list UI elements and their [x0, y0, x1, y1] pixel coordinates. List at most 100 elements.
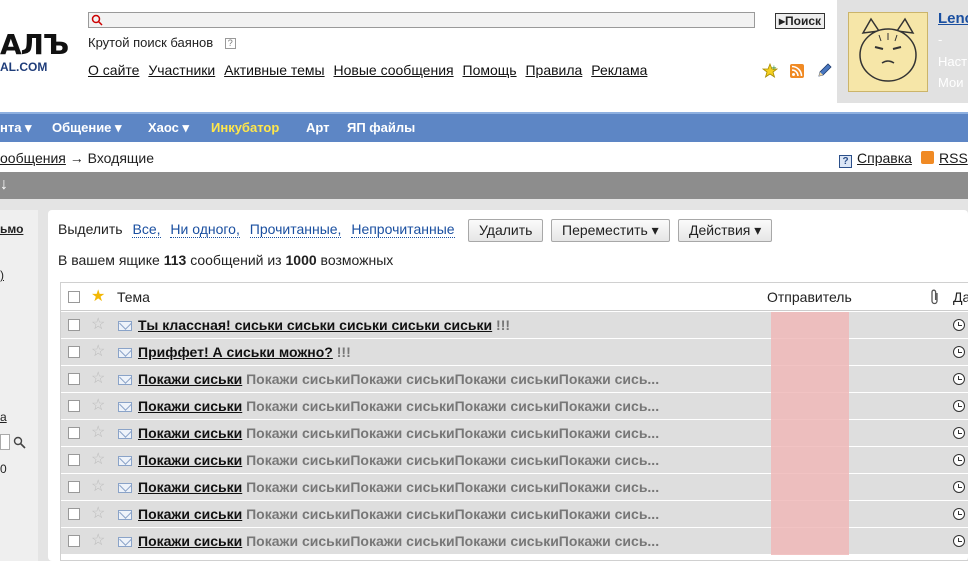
row-checkbox[interactable]: [68, 454, 80, 466]
help-link-wrap[interactable]: ? Справка: [839, 150, 912, 168]
message-sender-blurred[interactable]: [771, 393, 849, 420]
sidebar-new-message-link[interactable]: ьмо: [0, 222, 23, 236]
message-subject[interactable]: Приффет! А сиськи можно? !!!: [138, 344, 351, 360]
table-row[interactable]: ☆ Покажи сиськи Покажи сиськиПокажи сиськ…: [61, 393, 968, 420]
username-link[interactable]: Lenc: [938, 10, 968, 27]
menu-item-lenta[interactable]: нта ▾: [0, 120, 32, 136]
profile-my-link[interactable]: Мои: [938, 75, 963, 90]
column-subject[interactable]: Тема: [117, 289, 150, 305]
row-checkbox[interactable]: [68, 319, 80, 331]
table-row[interactable]: ☆ Покажи сиськи Покажи сиськиПокажи сиськ…: [61, 474, 968, 501]
select-none-link[interactable]: Ни одного,: [170, 221, 240, 238]
search-icon[interactable]: [13, 436, 26, 449]
row-checkbox[interactable]: [68, 535, 80, 547]
message-sender-blurred[interactable]: [771, 366, 849, 393]
nav-help[interactable]: Помощь: [463, 62, 517, 78]
select-all-checkbox[interactable]: [68, 291, 80, 303]
rss-link-wrap[interactable]: RSS: [921, 150, 968, 166]
message-sender-blurred[interactable]: [771, 528, 849, 555]
message-title[interactable]: Покажи сиськи: [138, 371, 242, 387]
message-subject[interactable]: Покажи сиськи Покажи сиськиПокажи сиськи…: [138, 452, 659, 468]
message-subject[interactable]: Покажи сиськи Покажи сиськиПокажи сиськи…: [138, 398, 659, 414]
message-sender-blurred[interactable]: [771, 420, 849, 447]
row-checkbox[interactable]: [68, 508, 80, 520]
message-title[interactable]: Покажи сиськи: [138, 533, 242, 549]
message-sender-blurred[interactable]: [771, 501, 849, 528]
table-row[interactable]: ☆ Ты классная! сиськи сиськи сиськи сиськ…: [61, 312, 968, 339]
message-subject[interactable]: Покажи сиськи Покажи сиськиПокажи сиськи…: [138, 479, 659, 495]
star-icon[interactable]: ☆: [91, 425, 105, 441]
select-read-link[interactable]: Прочитанные,: [249, 221, 342, 238]
star-icon[interactable]: ☆: [91, 452, 105, 468]
move-button[interactable]: Переместить ▾: [551, 219, 670, 242]
message-subject[interactable]: Ты классная! сиськи сиськи сиськи сиськи…: [138, 317, 510, 333]
breadcrumb-messages-link[interactable]: ообщения: [0, 150, 66, 166]
help-icon[interactable]: ?: [224, 38, 236, 50]
message-sender-blurred[interactable]: [771, 447, 849, 474]
star-add-icon[interactable]: +: [761, 63, 779, 79]
edit-pencil-icon[interactable]: [816, 63, 832, 79]
column-sender[interactable]: Отправитель: [767, 289, 852, 305]
table-row[interactable]: ☆ Покажи сиськи Покажи сиськиПокажи сиськ…: [61, 420, 968, 447]
select-all-link[interactable]: Все,: [132, 221, 161, 238]
table-row[interactable]: ☆ Покажи сиськи Покажи сиськиПокажи сиськ…: [61, 528, 968, 555]
message-sender-blurred[interactable]: [771, 474, 849, 501]
message-title[interactable]: Ты классная! сиськи сиськи сиськи сиськи…: [138, 317, 492, 333]
sidebar-search-input[interactable]: [0, 434, 10, 450]
profile-settings-link[interactable]: Наст: [938, 54, 967, 69]
message-sender-blurred[interactable]: [771, 312, 849, 339]
menu-item-art[interactable]: Арт: [306, 120, 330, 135]
nav-about[interactable]: О сайте: [88, 62, 139, 78]
message-sender-blurred[interactable]: [771, 339, 849, 366]
message-title[interactable]: Покажи сиськи: [138, 452, 242, 468]
message-title[interactable]: Покажи сиськи: [138, 479, 242, 495]
paperclip-icon[interactable]: [930, 289, 940, 305]
star-icon[interactable]: ☆: [91, 344, 105, 360]
rss-link[interactable]: RSS: [939, 150, 968, 166]
message-title[interactable]: Покажи сиськи: [138, 398, 242, 414]
table-row[interactable]: ☆ Покажи сиськи Покажи сиськиПокажи сиськ…: [61, 447, 968, 474]
row-checkbox[interactable]: [68, 373, 80, 385]
row-checkbox[interactable]: [68, 400, 80, 412]
row-checkbox[interactable]: [68, 346, 80, 358]
message-title[interactable]: Покажи сиськи: [138, 425, 242, 441]
sidebar-link[interactable]: ): [0, 268, 4, 282]
message-title[interactable]: Покажи сиськи: [138, 506, 242, 522]
actions-button[interactable]: Действия ▾: [678, 219, 773, 242]
nav-rules[interactable]: Правила: [525, 62, 582, 78]
rss-icon[interactable]: [789, 63, 805, 79]
nav-active-topics[interactable]: Активные темы: [224, 62, 325, 78]
help-link[interactable]: Справка: [857, 150, 912, 166]
menu-item-obshchenie[interactable]: Общение ▾: [52, 120, 122, 136]
delete-button[interactable]: Удалить: [468, 219, 544, 242]
message-title[interactable]: Приффет! А сиськи можно?: [138, 344, 333, 360]
select-unread-link[interactable]: Непрочитанные: [351, 221, 455, 238]
sidebar-link-2[interactable]: а: [0, 410, 7, 424]
menu-item-haos[interactable]: Хаос ▾: [148, 120, 189, 136]
search-input[interactable]: [88, 12, 755, 28]
row-checkbox[interactable]: [68, 427, 80, 439]
message-subject[interactable]: Покажи сиськи Покажи сиськиПокажи сиськи…: [138, 506, 659, 522]
star-icon[interactable]: ☆: [91, 317, 105, 333]
table-row[interactable]: ☆ Приффет! А сиськи можно? !!!: [61, 339, 968, 366]
star-icon[interactable]: ☆: [91, 398, 105, 414]
message-subject[interactable]: Покажи сиськи Покажи сиськиПокажи сиськи…: [138, 425, 659, 441]
menu-item-inkubator[interactable]: Инкубатор: [211, 120, 279, 135]
nav-ads[interactable]: Реклама: [591, 62, 647, 78]
message-subject[interactable]: Покажи сиськи Покажи сиськиПокажи сиськи…: [138, 371, 659, 387]
nav-new-messages[interactable]: Новые сообщения: [334, 62, 454, 78]
row-checkbox[interactable]: [68, 481, 80, 493]
nav-members[interactable]: Участники: [148, 62, 215, 78]
star-icon[interactable]: ☆: [91, 479, 105, 495]
star-icon[interactable]: ★: [91, 289, 105, 305]
message-subject[interactable]: Покажи сиськи Покажи сиськиПокажи сиськи…: [138, 533, 659, 549]
avatar[interactable]: [848, 12, 928, 92]
star-icon[interactable]: ☆: [91, 506, 105, 522]
search-button[interactable]: ▸Поиск: [775, 13, 826, 29]
star-icon[interactable]: ☆: [91, 371, 105, 387]
menu-item-yap-files[interactable]: ЯП файлы: [347, 120, 415, 135]
site-logo[interactable]: АЛЪ AL.COM: [0, 22, 70, 74]
column-date[interactable]: Да: [953, 289, 968, 305]
star-icon[interactable]: ☆: [91, 533, 105, 549]
table-row[interactable]: ☆ Покажи сиськи Покажи сиськиПокажи сиськ…: [61, 366, 968, 393]
